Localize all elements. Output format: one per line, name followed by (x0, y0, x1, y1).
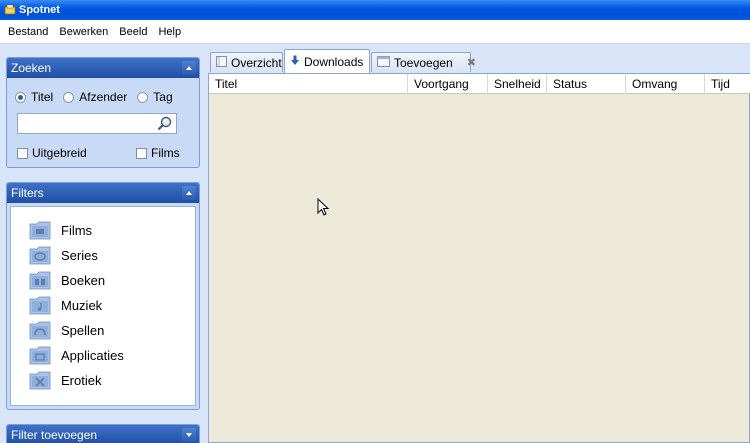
collapse-up-icon[interactable] (182, 186, 196, 200)
checkbox-uitgebreid[interactable] (17, 147, 28, 159)
column-header-tijd[interactable]: Tijd (705, 74, 750, 94)
column-header-titel[interactable]: Titel (209, 74, 408, 94)
search-group-title: Zoeken (11, 61, 52, 75)
tab-downloads[interactable]: Downloads (284, 49, 370, 73)
column-header-status[interactable]: Status (547, 74, 626, 94)
tab-overzicht-label: Overzicht (231, 55, 282, 70)
filter-label: Series (61, 247, 98, 263)
filters-group: Filters Films Series Boeken Muziek Spell… (6, 182, 200, 410)
tab-toevoegen-label: Toevoegen (394, 55, 453, 70)
film-folder-icon (29, 220, 51, 240)
music-folder-icon (29, 295, 51, 315)
window-title: Spotnet (19, 4, 60, 16)
add-filter-group: Filter toevoegen (6, 424, 200, 443)
filter-item-films[interactable]: Films (29, 219, 92, 241)
close-icon[interactable]: ✖ (467, 56, 476, 69)
radio-afzender-label: Afzender (79, 90, 128, 104)
downloads-table-header: Titel Voortgang Snelheid Status Omvang T… (209, 74, 750, 94)
filter-label: Erotiek (61, 372, 102, 388)
overview-icon (216, 55, 227, 70)
filter-item-muziek[interactable]: Muziek (29, 294, 102, 316)
game-folder-icon (29, 320, 51, 340)
column-header-omvang[interactable]: Omvang (626, 74, 705, 94)
downloads-panel: Titel Voortgang Snelheid Status Omvang T… (208, 73, 750, 443)
left-panel: Zoeken Titel Afzender Tag Uitgebreid Fil… (0, 44, 206, 443)
app-icon (4, 4, 16, 16)
download-arrow-icon (290, 55, 300, 69)
search-group: Zoeken Titel Afzender Tag Uitgebreid Fil… (6, 57, 200, 168)
filter-label: Boeken (61, 272, 106, 288)
filters-list: Films Series Boeken Muziek Spellen Appli… (10, 206, 196, 406)
erotic-folder-icon (29, 370, 51, 390)
tab-toevoegen[interactable]: Toevoegen ✖ (371, 52, 476, 72)
radio-titel[interactable] (15, 91, 26, 103)
menu-beeld[interactable]: Beeld (119, 26, 147, 38)
column-header-snelheid[interactable]: Snelheid (488, 74, 547, 94)
filter-item-erotiek[interactable]: Erotiek (29, 369, 101, 391)
filter-item-series[interactable]: Series (29, 244, 98, 266)
filter-label: Films (61, 222, 93, 238)
window-title-bar[interactable]: Spotnet (0, 0, 750, 20)
filter-item-boeken[interactable]: Boeken (29, 269, 105, 291)
search-field-radios: Titel Afzender Tag (15, 90, 183, 104)
radio-tag-label: Tag (153, 90, 173, 104)
filters-group-title: Filters (11, 186, 44, 200)
checkbox-films[interactable] (136, 147, 147, 159)
collapse-up-icon[interactable] (182, 61, 196, 75)
add-window-icon (377, 55, 390, 70)
radio-afzender[interactable] (63, 91, 75, 103)
filter-label: Spellen (61, 322, 105, 338)
checkbox-uitgebreid-label: Uitgebreid (32, 146, 87, 160)
radio-tag[interactable] (137, 91, 149, 103)
add-filter-group-header[interactable]: Filter toevoegen (7, 425, 199, 443)
menu-bewerken[interactable]: Bewerken (59, 26, 108, 38)
add-filter-group-title: Filter toevoegen (11, 428, 98, 442)
tab-downloads-label: Downloads (304, 54, 364, 69)
filter-item-spellen[interactable]: Spellen (29, 319, 104, 341)
menu-help[interactable]: Help (158, 26, 181, 38)
tab-strip: Overzicht Downloads Toevoegen ✖ (206, 49, 750, 73)
search-input[interactable] (17, 113, 177, 134)
option-uitgebreid: Uitgebreid (17, 146, 87, 160)
filter-label: Muziek (61, 297, 103, 313)
checkbox-films-label: Films (151, 146, 180, 160)
app-folder-icon (29, 345, 51, 365)
menu-bestand[interactable]: Bestand (8, 26, 48, 38)
radio-titel-label: Titel (31, 90, 54, 104)
book-folder-icon (29, 270, 51, 290)
menu-bar: Bestand Bewerken Beeld Help (0, 20, 750, 44)
downloads-table-body[interactable] (209, 95, 749, 442)
tv-folder-icon (29, 245, 51, 265)
tab-overzicht[interactable]: Overzicht (210, 52, 283, 72)
option-films: Films (136, 146, 180, 160)
filters-group-header[interactable]: Filters (7, 183, 199, 203)
filter-label: Applicaties (61, 347, 124, 363)
mouse-cursor-icon (317, 197, 330, 219)
filter-item-applicaties[interactable]: Applicaties (29, 344, 124, 366)
expand-down-icon[interactable] (182, 428, 196, 442)
search-icon[interactable] (156, 115, 174, 132)
search-group-header[interactable]: Zoeken (7, 58, 199, 78)
column-header-voortgang[interactable]: Voortgang (408, 74, 488, 94)
